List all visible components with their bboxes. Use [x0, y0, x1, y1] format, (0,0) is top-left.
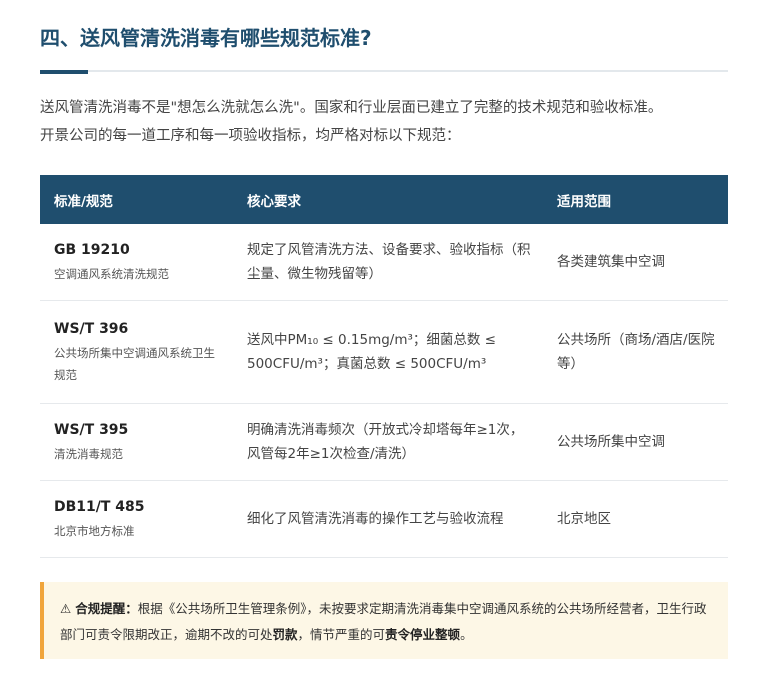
header-standard: 标准/规范 [40, 175, 233, 224]
table-row: DB11/T 485 北京市地方标准 细化了风管清洗消毒的操作工艺与验收流程 北… [40, 480, 728, 558]
notice-text-middle: ，情节严重的可 [297, 627, 386, 642]
requirement-cell: 送风中PM₁₀ ≤ 0.15mg/m³；细菌总数 ≤ 500CFU/m³；真菌总… [233, 300, 543, 404]
standard-code: WS/T 396 [54, 321, 129, 337]
scope-cell: 公共场所（商场/酒店/医院等） [543, 300, 728, 404]
notice-text-end: 。 [460, 627, 473, 642]
scope-cell: 各类建筑集中空调 [543, 224, 728, 301]
intro-text: 送风管清洗消毒不是"想怎么洗就怎么洗"。国家和行业层面已建立了完整的技术规范和验… [40, 94, 740, 150]
standard-code: GB 19210 [54, 242, 130, 258]
standard-code: DB11/T 485 [54, 499, 145, 515]
standard-name: 空调通风系统清洗规范 [54, 267, 169, 281]
requirement-cell: 明确清洗消毒频次（开放式冷却塔每年≥1次，风管每2年≥1次检查/清洗） [233, 403, 543, 481]
standard-cell: WS/T 395 清洗消毒规范 [40, 403, 233, 481]
header-scope: 适用范围 [543, 175, 728, 224]
standard-cell: GB 19210 空调通风系统清洗规范 [40, 224, 233, 301]
standard-code: WS/T 395 [54, 422, 129, 438]
scope-cell: 公共场所集中空调 [543, 403, 728, 481]
title-accent-bar [40, 70, 88, 74]
intro-line-2: 开景公司的每一道工序和每一项验收指标，均严格对标以下规范： [40, 128, 461, 144]
notice-penalty-suspension: 责令停业整顿 [385, 627, 461, 642]
standards-table: 标准/规范 核心要求 适用范围 GB 19210 空调通风系统清洗规范 规定了风… [40, 175, 728, 558]
requirement-cell: 细化了风管清洗消毒的操作工艺与验收流程 [233, 480, 543, 558]
scope-cell: 北京地区 [543, 480, 728, 558]
compliance-notice: ⚠ 合规提醒：根据《公共场所卫生管理条例》，未按要求定期清洗消毒集中空调通风系统… [40, 582, 728, 659]
warning-icon: ⚠ [60, 601, 72, 616]
notice-penalty-fine: 罚款 [272, 627, 298, 642]
standard-name: 清洗消毒规范 [54, 447, 123, 461]
table-row: GB 19210 空调通风系统清洗规范 规定了风管清洗方法、设备要求、验收指标（… [40, 224, 728, 301]
section-title: 四、送风管清洗消毒有哪些规范标准? [40, 26, 372, 50]
notice-label: 合规提醒： [75, 601, 138, 616]
standard-name: 公共场所集中空调通风系统卫生规范 [54, 346, 215, 382]
table-row: WS/T 395 清洗消毒规范 明确清洗消毒频次（开放式冷却塔每年≥1次，风管每… [40, 403, 728, 481]
title-divider [40, 70, 728, 72]
standard-cell: WS/T 396 公共场所集中空调通风系统卫生规范 [40, 300, 233, 404]
intro-line-1: 送风管清洗消毒不是"想怎么洗就怎么洗"。国家和行业层面已建立了完整的技术规范和验… [40, 100, 663, 116]
requirement-cell: 规定了风管清洗方法、设备要求、验收指标（积尘量、微生物残留等） [233, 224, 543, 301]
header-requirement: 核心要求 [233, 175, 543, 224]
standard-name: 北京市地方标准 [54, 524, 135, 538]
table-row: WS/T 396 公共场所集中空调通风系统卫生规范 送风中PM₁₀ ≤ 0.15… [40, 300, 728, 404]
table-header-row: 标准/规范 核心要求 适用范围 [40, 175, 728, 224]
standard-cell: DB11/T 485 北京市地方标准 [40, 480, 233, 558]
